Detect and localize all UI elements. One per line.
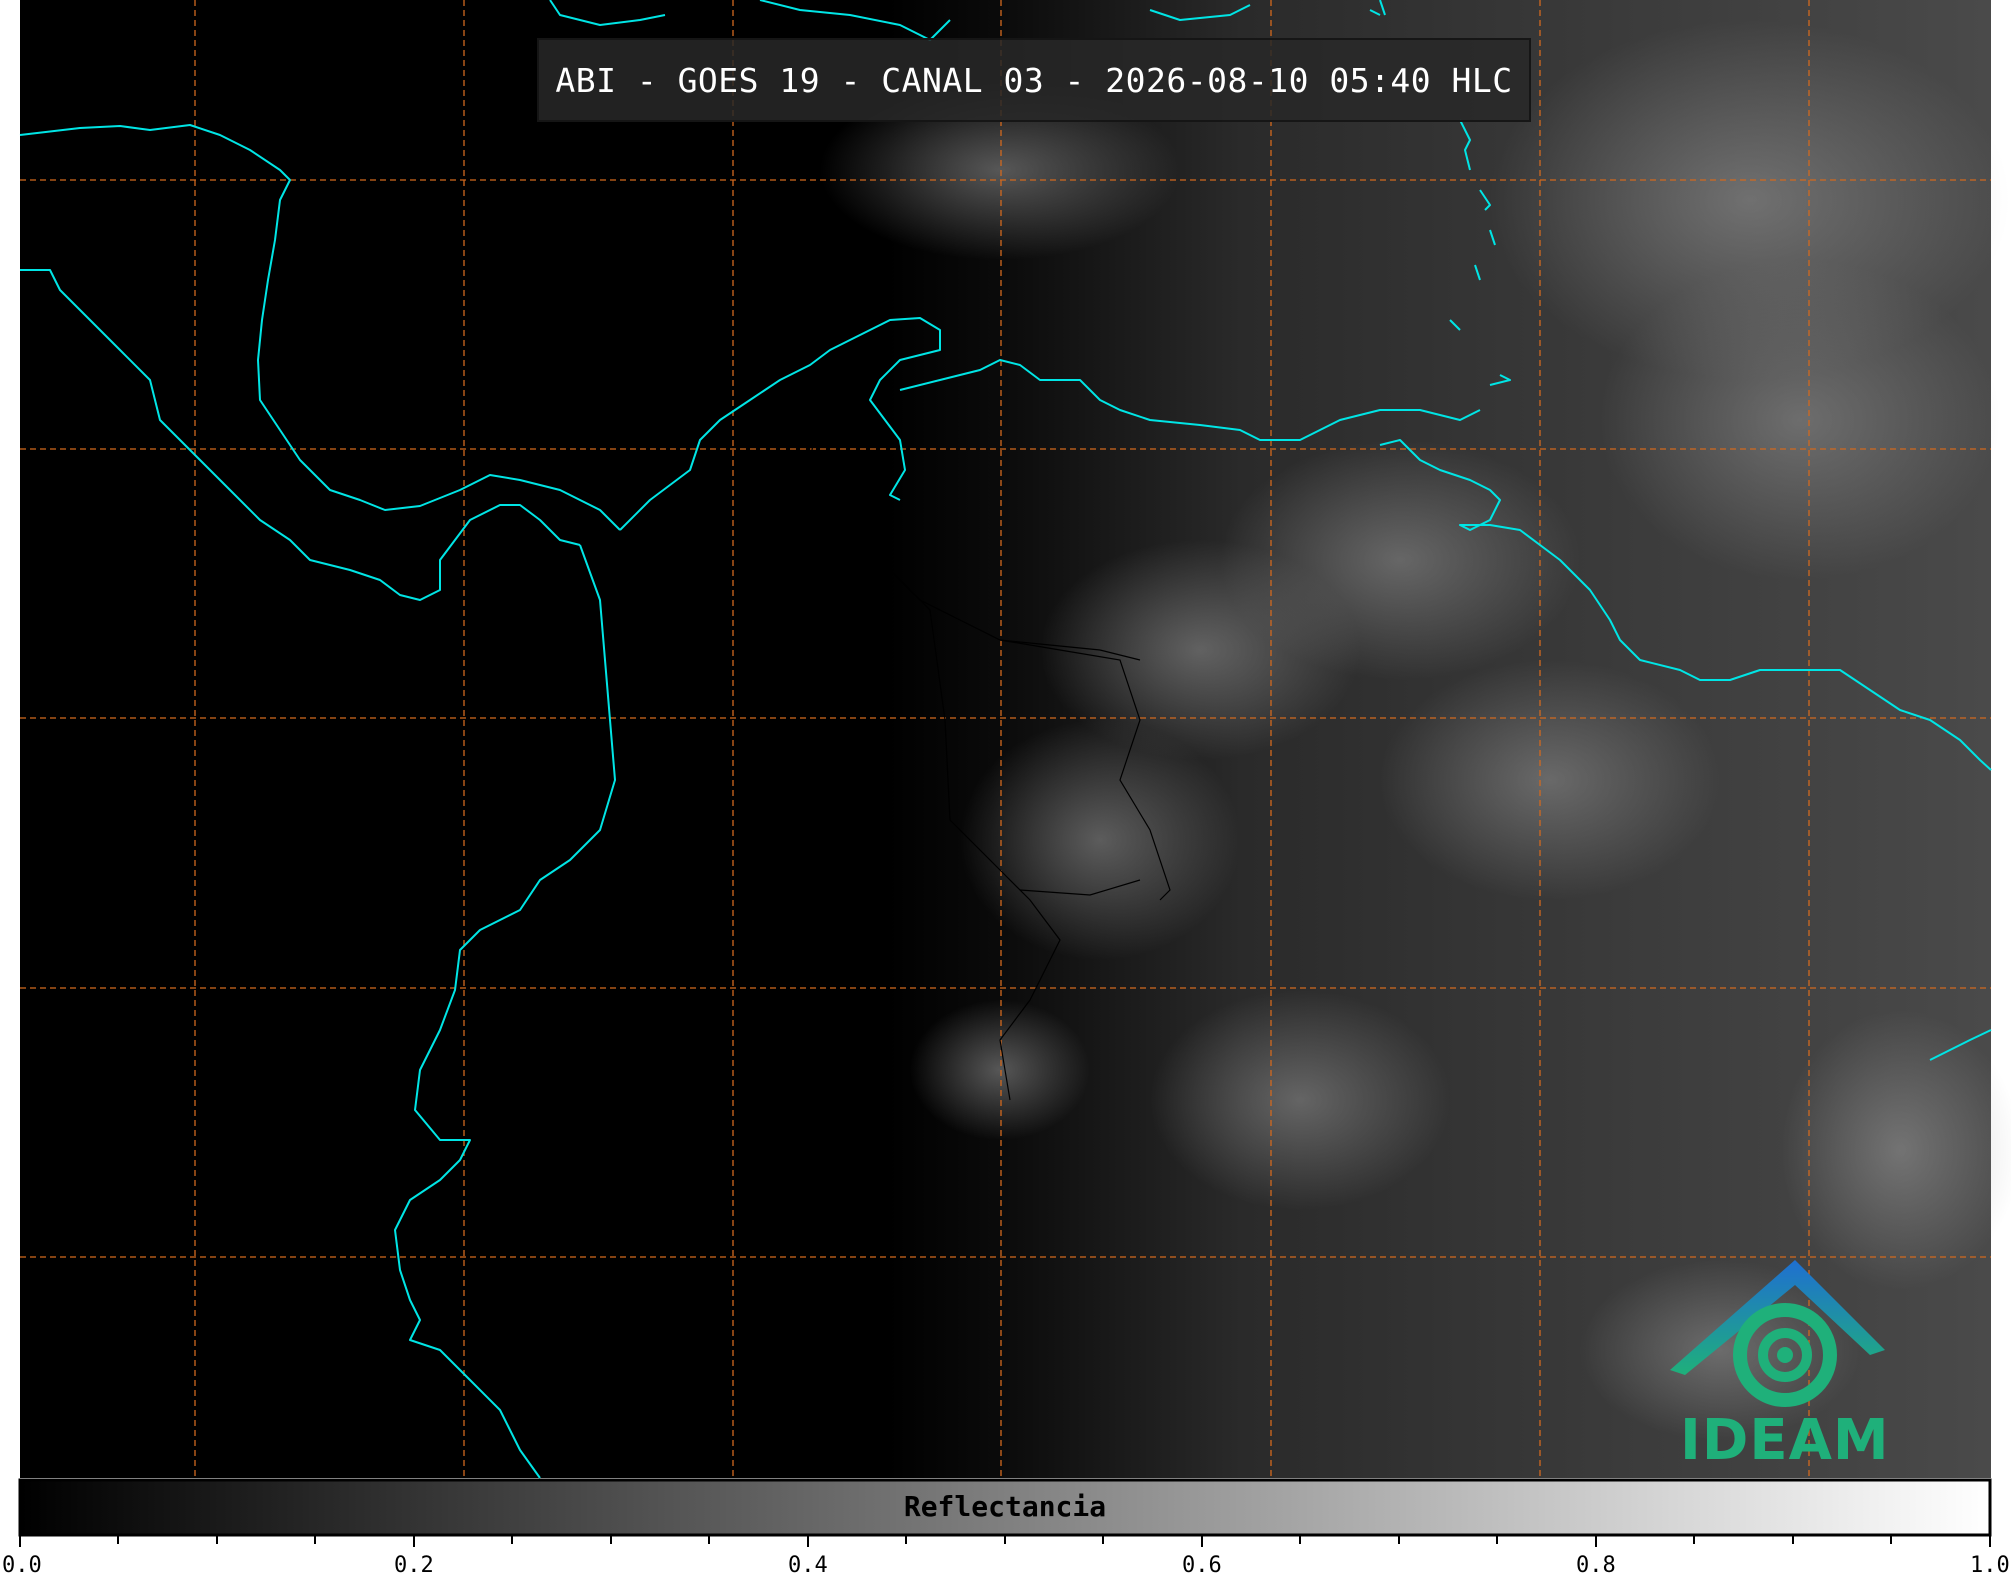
- colorbar-tick-0: 0.0: [2, 1553, 42, 1578]
- title-text: ABI - GOES 19 - CANAL 03 - 2026-08-10 05…: [555, 60, 1513, 100]
- colorbar-tick-2: 0.4: [788, 1553, 828, 1578]
- image-title: ABI - GOES 19 - CANAL 03 - 2026-08-10 05…: [537, 38, 1531, 122]
- colorbar-tick-4: 0.8: [1576, 1553, 1616, 1578]
- colorbar-tick-1: 0.2: [394, 1553, 434, 1578]
- colorbar-label: Reflectancia: [903, 1490, 1107, 1523]
- satellite-map: [18, 0, 2011, 1547]
- colorbar-tick-5: 1.0: [1970, 1553, 2010, 1578]
- ideam-logo-text: IDEAM: [1680, 1408, 1890, 1473]
- colorbar-tick-3: 0.6: [1182, 1553, 1222, 1578]
